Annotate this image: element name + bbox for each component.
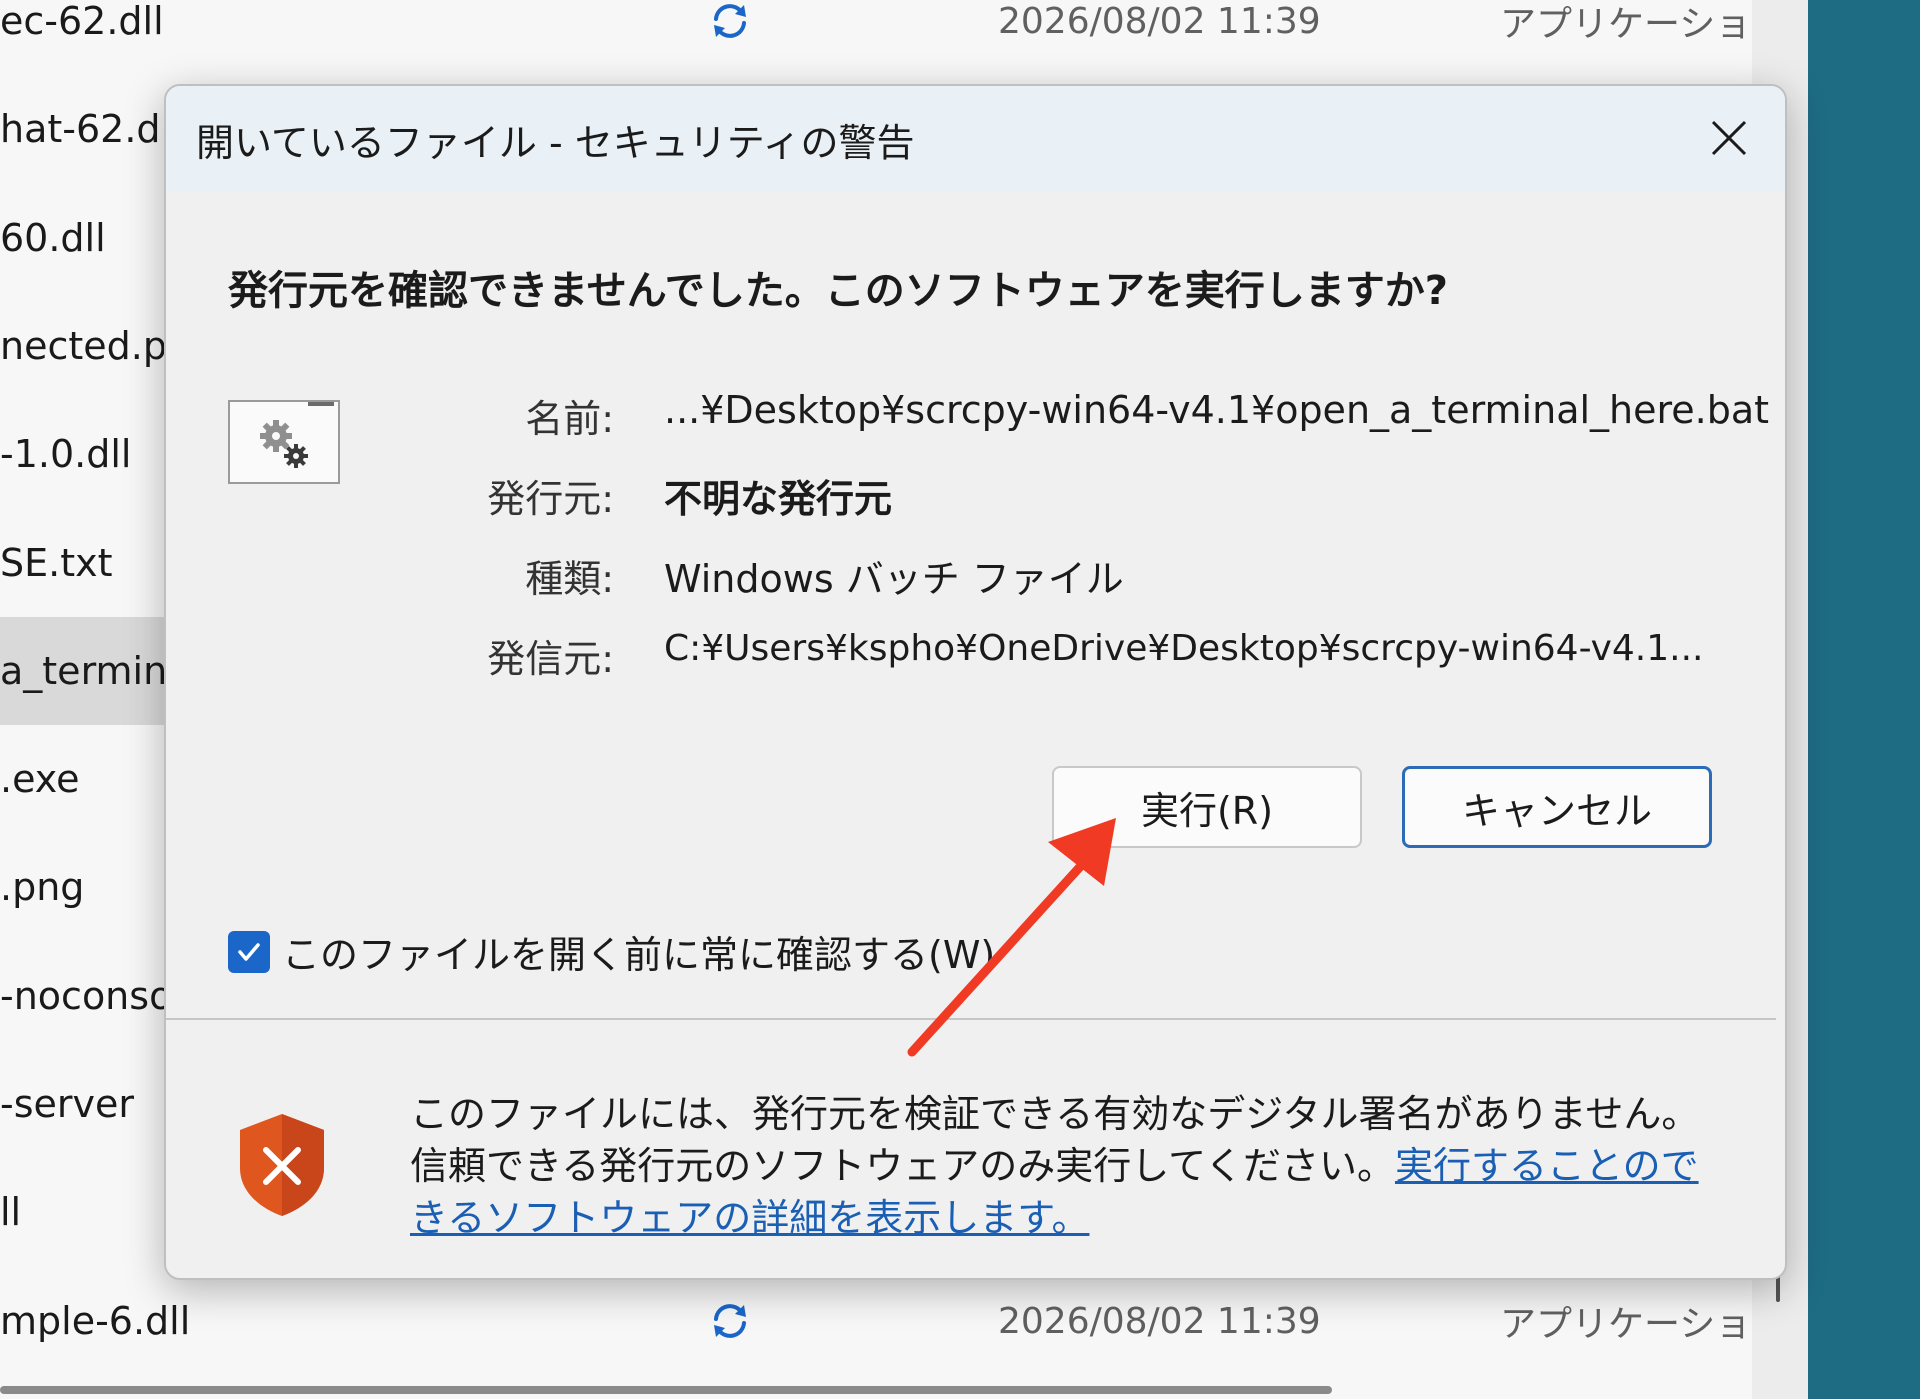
- file-name: a_termina: [0, 649, 191, 693]
- name-value: ...¥Desktop¥scrcpy-win64-v4.1¥open_a_ter…: [664, 388, 1770, 432]
- type-value: Windows バッチ ファイル: [664, 557, 1124, 601]
- from-value: C:¥Users¥kspho¥OneDrive¥Desktop¥scrcpy-w…: [664, 628, 1704, 669]
- file-name: ll: [0, 1190, 22, 1234]
- shield-x-icon: [240, 1114, 324, 1216]
- checkmark-icon: [238, 942, 260, 961]
- run-button[interactable]: 実行(R): [1052, 766, 1362, 848]
- cancel-button[interactable]: キャンセル: [1402, 766, 1712, 848]
- file-name: -server: [0, 1082, 135, 1126]
- warning-message: このファイルには、発行元を検証できる有効なデジタル署名がありません。信頼できる発…: [410, 1088, 1710, 1244]
- file-row[interactable]: ec-62.dll 2026/08/02 11:39 アプリケーション:: [0, 0, 1760, 75]
- sync-icon: [714, 1304, 746, 1338]
- dialog-titlebar: 開いているファイル - セキュリティの警告: [166, 86, 1785, 192]
- file-type: アプリケーション:: [1500, 1304, 1748, 1345]
- file-name: mple-6.dll: [0, 1299, 191, 1343]
- close-button[interactable]: [1697, 106, 1761, 170]
- file-name: -noconso: [0, 974, 173, 1018]
- publisher-label: 発行元:: [487, 477, 614, 521]
- always-ask-checkbox-row[interactable]: このファイルを開く前に常に確認する(W): [228, 924, 995, 979]
- from-label: 発信元:: [487, 637, 614, 681]
- file-name: hat-62.dll: [0, 107, 182, 151]
- security-warning-dialog: 開いているファイル - セキュリティの警告 発行元を確認できませんでした。このソ…: [164, 84, 1787, 1280]
- publisher-value: 不明な発行元: [664, 477, 893, 521]
- file-name: ec-62.dll: [0, 0, 164, 43]
- type-label: 種類:: [525, 557, 614, 601]
- file-date: 2026/08/02 11:39: [998, 0, 1321, 42]
- screen: ec-62.dll 2026/08/02 11:39 アプリケーション: hat-62…: [0, 0, 1920, 1399]
- desktop-background: [1808, 0, 1920, 1399]
- sync-icon: [714, 4, 746, 38]
- file-name: .exe: [0, 757, 80, 801]
- file-name: SE.txt: [0, 541, 113, 585]
- always-ask-checkbox-label[interactable]: このファイルを開く前に常に確認する(W): [282, 924, 995, 979]
- file-name: .png: [0, 865, 85, 909]
- horizontal-scrollbar[interactable]: [0, 1386, 1332, 1394]
- file-name: -1.0.dll: [0, 432, 132, 476]
- file-type-icon: [228, 400, 340, 484]
- always-ask-checkbox[interactable]: [228, 930, 270, 973]
- file-name: 60.dll: [0, 216, 106, 260]
- name-label: 名前:: [525, 397, 614, 441]
- file-name: nected.p: [0, 324, 167, 368]
- close-icon: [1711, 120, 1747, 156]
- dialog-question: 発行元を確認できませんでした。このソフトウェアを実行しますか?: [228, 268, 1449, 314]
- file-row[interactable]: mple-6.dll 2026/08/02 11:39 アプリケーション:: [0, 1267, 1760, 1375]
- file-date: 2026/08/02 11:39: [998, 1300, 1321, 1342]
- gears-icon: [260, 402, 334, 468]
- file-type: アプリケーション:: [1500, 4, 1748, 45]
- dialog-title: 開いているファイル - セキュリティの警告: [196, 121, 915, 165]
- divider: [166, 1018, 1776, 1020]
